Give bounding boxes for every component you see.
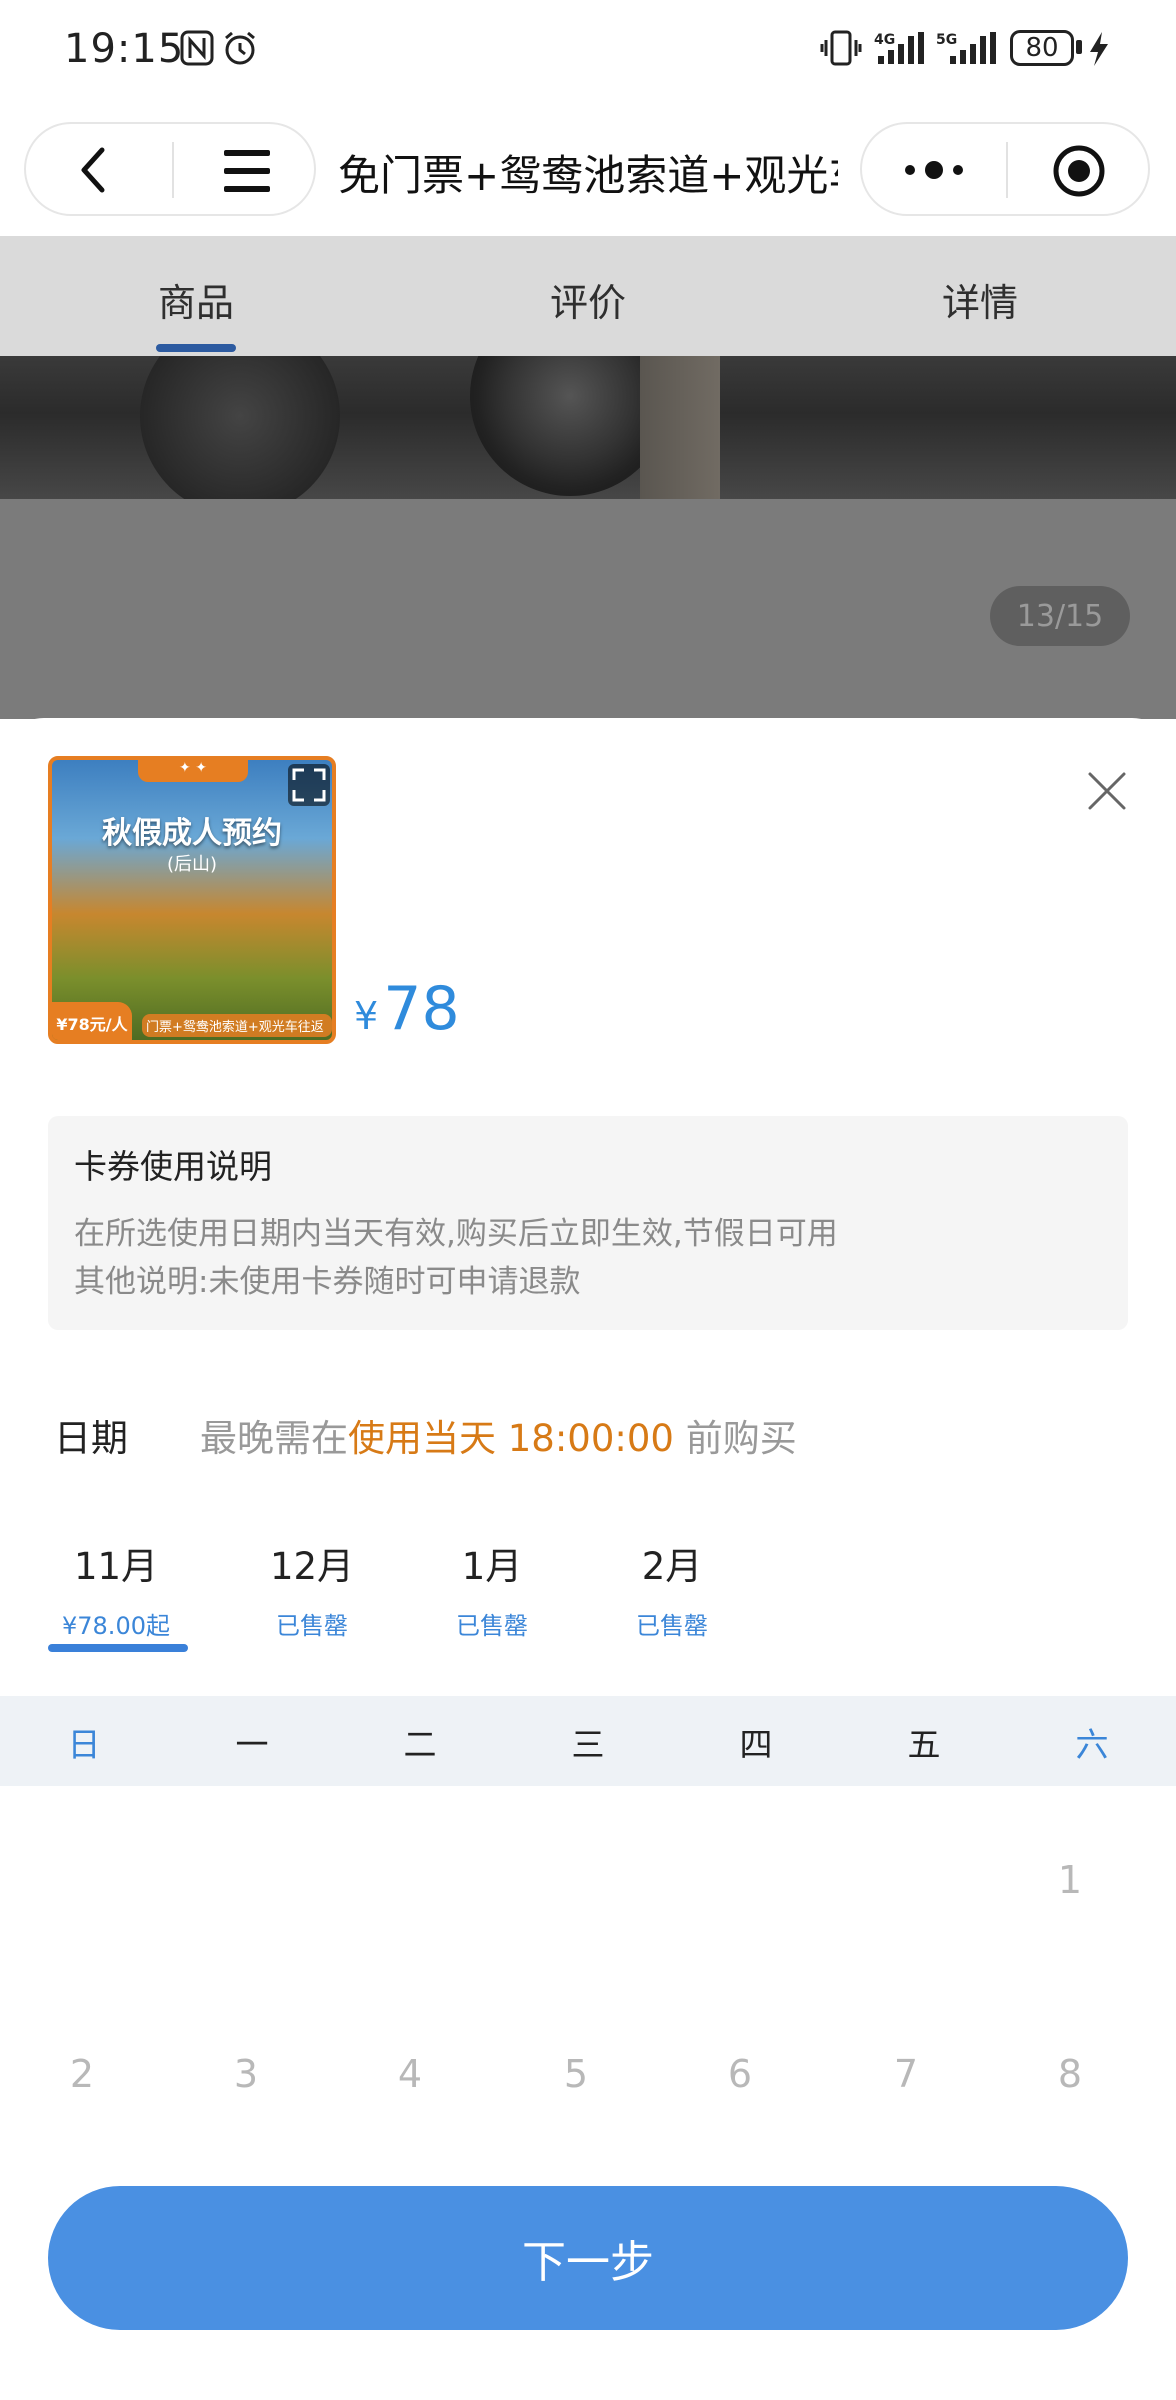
month-name: 12月 xyxy=(269,1545,355,1588)
signal-4g-icon: 4G xyxy=(874,32,924,64)
month-tab-nov[interactable]: 11月 ¥78.00起 xyxy=(36,1536,196,1641)
calendar-day: 7 xyxy=(893,2052,919,2096)
capsule-divider xyxy=(1006,142,1008,198)
calendar-day: 8 xyxy=(1057,2052,1083,2096)
next-step-button[interactable]: 下一步 xyxy=(48,2186,1128,2330)
weekday-header: 日 一 二 三 四 五 六 xyxy=(0,1696,1176,1786)
calendar-day: 6 xyxy=(727,2052,753,2096)
thumb-caption: 门票+鸳鸯池索道+观光车往返 xyxy=(142,1014,332,1037)
nav-bar: 免门票+鸳鸯池索道+观光车往返 xyxy=(0,100,1176,236)
alarm-icon xyxy=(225,31,255,65)
thumb-subtitle: (后山) xyxy=(166,854,218,875)
photo-wheel-left xyxy=(140,356,340,499)
nav-left-capsule xyxy=(24,122,316,216)
weekday-wed: 三 xyxy=(571,1725,605,1764)
product-price: ¥ 78 xyxy=(354,974,460,1044)
calendar-day: 1 xyxy=(1057,1858,1083,1902)
gallery-counter: 13/15 xyxy=(990,586,1130,646)
status-bar: 19:15 4G 5G 80 xyxy=(0,0,1176,100)
calendar-day: 5 xyxy=(563,2052,589,2096)
month-name: 11月 xyxy=(73,1545,159,1588)
thumb-title: 秋假成人预约 xyxy=(102,816,282,851)
price-currency: ¥ xyxy=(354,994,379,1038)
month-tab-feb[interactable]: 2月 已售罄 xyxy=(592,1536,752,1641)
svg-text:5G: 5G xyxy=(936,32,957,48)
photo-leg xyxy=(640,356,720,499)
thumb-price: ¥78元/人 xyxy=(52,1002,132,1040)
vibrate-icon xyxy=(820,30,862,66)
date-hint-deadline: 使用当天 18:00:00 xyxy=(348,1417,674,1460)
tab-details[interactable]: 详情 xyxy=(880,272,1080,327)
weekday-thu: 四 xyxy=(739,1725,773,1764)
more-icon[interactable] xyxy=(904,158,966,182)
usage-title: 卡券使用说明 xyxy=(74,1147,272,1186)
month-status: 已售罄 xyxy=(636,1612,708,1640)
calendar-day: 2 xyxy=(69,2052,95,2096)
date-label: 日期 xyxy=(54,1417,128,1460)
menu-icon[interactable] xyxy=(222,148,272,194)
battery-icon: 80 xyxy=(1010,30,1074,66)
weekday-fri: 五 xyxy=(907,1725,941,1764)
status-time: 19:15 xyxy=(64,26,185,72)
month-name: 2月 xyxy=(641,1545,703,1588)
weekday-sun: 日 xyxy=(67,1725,101,1764)
page-title: 免门票+鸳鸯池索道+观光车往返 xyxy=(338,151,838,200)
month-tab-dec[interactable]: 12月 已售罄 xyxy=(232,1536,392,1641)
weekday-mon: 一 xyxy=(235,1725,269,1764)
month-tab-jan[interactable]: 1月 已售罄 xyxy=(412,1536,572,1641)
target-icon[interactable] xyxy=(1052,144,1106,198)
nav-right-capsule xyxy=(860,122,1150,216)
date-hint-suffix: 前购买 xyxy=(685,1417,797,1460)
product-thumbnail[interactable]: ✦ ✦ 秋假成人预约 (后山) ¥78元/人 门票+鸳鸯池索道+观光车往返 xyxy=(48,756,336,1044)
month-name: 1月 xyxy=(461,1545,523,1588)
back-icon[interactable] xyxy=(78,146,108,194)
thumb-logo: ✦ ✦ xyxy=(138,760,248,782)
expand-icon[interactable] xyxy=(288,764,330,806)
overlay-dim: 13/15 xyxy=(0,499,1176,719)
weekday-tue: 二 xyxy=(403,1725,437,1764)
weekday-sat: 六 xyxy=(1075,1725,1109,1764)
tab-bar: 商品 评价 详情 xyxy=(0,236,1176,356)
capsule-divider xyxy=(172,142,174,198)
calendar-day: 4 xyxy=(397,2052,423,2096)
svg-text:4G: 4G xyxy=(874,32,895,48)
tab-active-indicator xyxy=(156,344,236,352)
month-price: ¥78.00起 xyxy=(62,1612,170,1640)
battery-tip xyxy=(1076,40,1082,54)
month-status: 已售罄 xyxy=(456,1612,528,1640)
price-value: 78 xyxy=(383,974,460,1044)
usage-line-2: 其他说明:未使用卡券随时可申请退款 xyxy=(74,1264,581,1300)
calendar-day: 3 xyxy=(233,2052,259,2096)
month-status: 已售罄 xyxy=(276,1612,348,1640)
close-icon[interactable] xyxy=(1082,766,1132,816)
charging-icon xyxy=(1090,32,1108,66)
date-hint: 最晚需在使用当天 18:00:00 前购买 xyxy=(200,1408,797,1462)
usage-line-1: 在所选使用日期内当天有效,购买后立即生效,节假日可用 xyxy=(74,1216,838,1252)
booking-sheet: ✦ ✦ 秋假成人预约 (后山) ¥78元/人 门票+鸳鸯池索道+观光车往返 ¥ … xyxy=(0,718,1176,2400)
nfc-icon xyxy=(180,30,214,66)
product-photo xyxy=(0,356,1176,499)
tab-product[interactable]: 商品 xyxy=(96,272,296,327)
date-hint-prefix: 最晚需在 xyxy=(200,1417,348,1460)
signal-5g-icon: 5G xyxy=(936,32,996,64)
month-active-indicator xyxy=(48,1644,188,1652)
tab-reviews[interactable]: 评价 xyxy=(488,272,688,327)
usage-instructions: 卡券使用说明 在所选使用日期内当天有效,购买后立即生效,节假日可用 其他说明:未… xyxy=(48,1116,1128,1330)
